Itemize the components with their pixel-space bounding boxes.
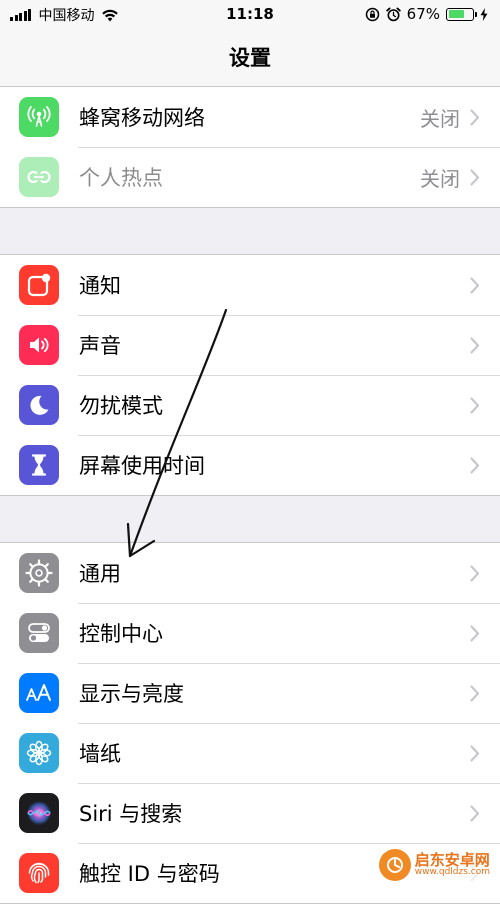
settings-list[interactable]: 蜂窝移动网络 关闭 个人热点 关闭 通知 声音 勿扰模式 屏幕使用时间 通用 控… [0, 87, 500, 904]
text-size-icon [19, 673, 59, 713]
watermark-logo-icon [378, 849, 411, 881]
antenna-icon [19, 97, 59, 137]
toggles-icon [19, 613, 59, 653]
settings-row-label: 通用 [79, 562, 121, 586]
chevron-right-icon [470, 456, 480, 474]
gear-icon [19, 553, 59, 593]
settings-row-notifications[interactable]: 通知 [0, 255, 500, 315]
chevron-right-icon [470, 804, 480, 822]
status-right: 67% [359, 5, 488, 23]
battery-icon [446, 7, 477, 21]
watermark: 启东安卓网 www.qdldzs.com [374, 847, 494, 883]
settings-row-label: 勿扰模式 [79, 394, 163, 418]
navigation-bar: 设置 [0, 30, 500, 87]
chevron-right-icon [470, 564, 480, 582]
chevron-right-icon [470, 396, 480, 414]
hourglass-icon [19, 445, 59, 485]
settings-row-siri-search[interactable]: Siri 与搜索 [0, 783, 500, 843]
chevron-right-icon [470, 624, 480, 642]
hotspot-icon [19, 157, 59, 197]
watermark-name: 启东安卓网 [414, 850, 490, 869]
settings-row-label: 声音 [79, 334, 121, 358]
settings-row-cellular[interactable]: 蜂窝移动网络 关闭 [0, 87, 500, 147]
charging-icon [480, 7, 488, 21]
moon-icon [19, 385, 59, 425]
siri-icon [19, 793, 59, 833]
settings-row-control-center[interactable]: 控制中心 [0, 603, 500, 663]
settings-row-label: 控制中心 [79, 622, 163, 646]
settings-group-alerts: 通知 声音 勿扰模式 屏幕使用时间 [0, 254, 500, 496]
alarm-icon [385, 7, 401, 22]
settings-row-general[interactable]: 通用 [0, 543, 500, 603]
page-title: 设置 [229, 46, 271, 70]
flower-icon [19, 733, 59, 773]
chevron-right-icon [470, 336, 480, 354]
watermark-url: www.qdldzs.com [414, 867, 490, 878]
orientation-lock-icon [365, 7, 380, 22]
battery-fill [448, 10, 464, 18]
chevron-right-icon [470, 168, 480, 186]
settings-row-label: Siri 与搜索 [79, 802, 183, 826]
speaker-icon [19, 325, 59, 365]
notifications-icon [19, 265, 59, 305]
settings-row-value: 关闭 [420, 106, 460, 131]
settings-row-value: 关闭 [420, 166, 460, 191]
chevron-right-icon [470, 744, 480, 762]
settings-row-personal-hotspot[interactable]: 个人热点 关闭 [0, 147, 500, 207]
battery-percent: 67% [406, 5, 440, 23]
settings-row-sounds[interactable]: 声音 [0, 315, 500, 375]
settings-row-screen-time[interactable]: 屏幕使用时间 [0, 435, 500, 495]
chevron-right-icon [470, 108, 480, 126]
settings-row-label: 个人热点 [79, 166, 163, 190]
settings-row-label: 墙纸 [79, 742, 121, 766]
settings-row-label: 蜂窝移动网络 [79, 106, 205, 130]
settings-row-do-not-disturb[interactable]: 勿扰模式 [0, 375, 500, 435]
settings-group-connectivity: 蜂窝移动网络 关闭 个人热点 关闭 [0, 87, 500, 208]
watermark-text: 启东安卓网 www.qdldzs.com [415, 852, 490, 878]
chevron-right-icon [470, 276, 480, 294]
settings-row-label: 屏幕使用时间 [79, 454, 205, 478]
group-spacer [0, 208, 500, 254]
settings-row-label: 通知 [79, 274, 121, 298]
fingerprint-icon [19, 853, 59, 893]
status-bar: 中国移动 11:18 67% [0, 0, 500, 30]
settings-row-display-brightness[interactable]: 显示与亮度 [0, 663, 500, 723]
settings-row-label: 显示与亮度 [79, 682, 184, 706]
chevron-right-icon [470, 684, 480, 702]
group-spacer [0, 496, 500, 542]
settings-row-wallpaper[interactable]: 墙纸 [0, 723, 500, 783]
